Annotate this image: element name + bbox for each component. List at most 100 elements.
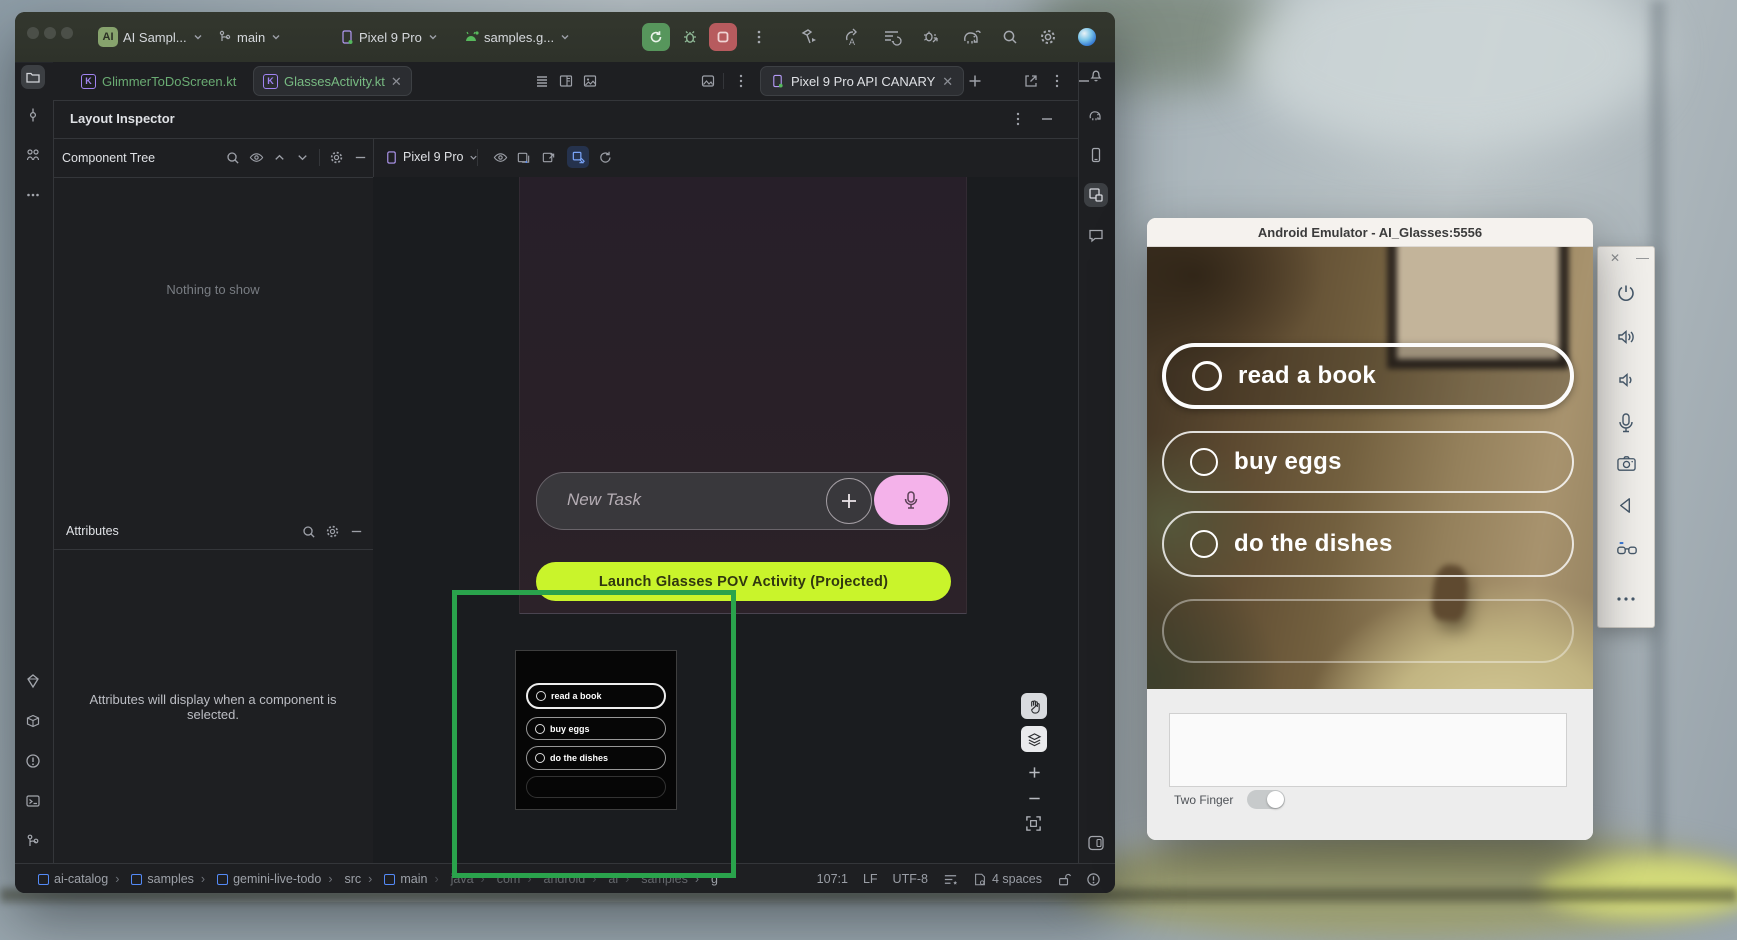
breadcrumb-item[interactable]: ai-catalog [38, 872, 108, 886]
live-updates-toggle[interactable] [567, 146, 589, 168]
sidebar-item-terminal[interactable] [25, 793, 41, 809]
tree-search-button[interactable] [225, 150, 240, 165]
close-tab-icon[interactable]: ✕ [391, 75, 402, 88]
view-mode-list-button[interactable] [534, 73, 550, 89]
indent-widget[interactable]: 4 spaces [973, 872, 1042, 887]
attributes-settings-button[interactable] [325, 524, 340, 539]
editor-options-menu[interactable] [734, 73, 748, 89]
tab-glimmertodoscreen[interactable]: K GlimmerToDoScreen.kt [81, 62, 236, 100]
tool-layout-inspector[interactable] [1088, 187, 1104, 203]
debug-button[interactable] [681, 28, 699, 46]
rerun-button[interactable] [642, 23, 670, 51]
gradle-sync-button[interactable] [961, 27, 983, 47]
emulator-more-button[interactable] [1616, 595, 1636, 603]
sidebar-item-plugins[interactable] [25, 673, 41, 689]
emulator-task[interactable]: buy eggs [1162, 431, 1574, 493]
tool-assistant[interactable] [1088, 227, 1104, 243]
sidebar-item-problems[interactable] [25, 753, 41, 769]
open-in-window-button[interactable] [1023, 73, 1039, 89]
emulator-panel-minimize-button[interactable]: — [1636, 250, 1649, 265]
line-separator[interactable]: LF [863, 872, 878, 886]
voice-input-button[interactable] [874, 475, 948, 525]
apply-changes-button[interactable]: A [841, 26, 863, 48]
inspector-device-selector[interactable]: Pixel 9 Pro [385, 145, 479, 169]
add-task-button[interactable] [826, 478, 872, 524]
sidebar-item-version-control[interactable] [25, 833, 41, 849]
close-device-tab-icon[interactable]: ✕ [942, 75, 953, 88]
glasses-camera-view[interactable]: read a book buy eggs do the dishes [1147, 247, 1593, 689]
attributes-search-button[interactable] [301, 524, 316, 539]
touch-input-area[interactable] [1169, 713, 1567, 787]
breadcrumb-item[interactable]: gemini-live-todo [194, 872, 321, 886]
tab-glassesactivity-active[interactable]: K GlassesActivity.kt ✕ [253, 66, 412, 96]
tree-view-options-button[interactable] [249, 150, 264, 165]
sidebar-item-commit[interactable] [25, 107, 41, 123]
tool-running-devices[interactable] [1087, 834, 1105, 852]
caret-position[interactable]: 107:1 [817, 872, 848, 886]
device-view-options-button[interactable] [493, 150, 508, 165]
layers-3d-button[interactable] [1021, 726, 1047, 752]
breadcrumb-item[interactable]: src [321, 872, 361, 886]
inspector-minimize-button[interactable] [1039, 111, 1055, 127]
emulator-power-button[interactable] [1616, 283, 1636, 303]
emulator-microphone-button[interactable] [1616, 412, 1636, 434]
add-device-button[interactable] [967, 73, 983, 89]
lock-open-icon[interactable] [1057, 872, 1071, 887]
sidebar-item-build[interactable] [25, 713, 41, 729]
emulator-panel-close-button[interactable]: ✕ [1610, 251, 1620, 265]
zoom-to-fit-button[interactable] [1025, 815, 1042, 832]
running-device-tab[interactable]: Pixel 9 Pro API CANARY ✕ [760, 66, 964, 96]
emulator-volume-down-button[interactable] [1616, 370, 1636, 390]
window-zoom-button[interactable] [61, 27, 73, 39]
stop-button[interactable] [709, 23, 737, 51]
view-mode-design-button[interactable] [582, 73, 598, 89]
hide-panel-button[interactable] [1076, 73, 1092, 89]
sidebar-item-project[interactable] [25, 69, 41, 85]
search-everywhere-button[interactable] [1001, 28, 1019, 46]
export-snapshot-button[interactable] [541, 150, 556, 165]
branch-selector[interactable]: main [218, 25, 282, 49]
zoom-in-button[interactable] [1027, 765, 1042, 780]
indent-settings-icon[interactable] [943, 872, 958, 887]
tool-device-manager[interactable] [1088, 147, 1104, 163]
refresh-button[interactable] [598, 150, 613, 165]
breadcrumb-item[interactable]: main [361, 872, 427, 886]
breadcrumb-item[interactable]: samples [108, 872, 194, 886]
view-mode-split-button[interactable] [558, 73, 574, 89]
two-finger-toggle[interactable] [1247, 790, 1285, 809]
emulator-back-button[interactable] [1616, 496, 1635, 515]
collapse-all-button[interactable] [295, 150, 310, 165]
sync-list-button[interactable] [881, 26, 903, 48]
emulator-volume-up-button[interactable] [1616, 327, 1636, 347]
component-tree-panel[interactable]: Nothing to show [53, 177, 373, 515]
tool-gradle[interactable] [1087, 107, 1105, 123]
tree-minimize-button[interactable] [353, 150, 368, 165]
inspector-options-menu[interactable] [1011, 111, 1025, 127]
expand-all-button[interactable] [272, 150, 287, 165]
window-minimize-button[interactable] [44, 27, 56, 39]
tree-settings-button[interactable] [329, 150, 344, 165]
sidebar-item-structure[interactable] [25, 147, 41, 163]
apply-changes-restart-button[interactable] [920, 26, 942, 48]
run-options-menu[interactable] [752, 29, 766, 45]
emulator-camera-button[interactable] [1616, 454, 1637, 473]
settings-button[interactable] [1039, 28, 1057, 46]
emulator-task-selected[interactable]: read a book [1162, 343, 1574, 409]
profile-avatar[interactable] [1078, 28, 1096, 46]
run-configuration-selector[interactable]: samples.g... [463, 25, 571, 49]
snapshot-button[interactable] [516, 150, 531, 165]
pan-mode-button[interactable] [1021, 693, 1047, 719]
devices-options-menu[interactable] [1050, 73, 1064, 89]
emulator-glasses-button[interactable] [1616, 540, 1638, 558]
sidebar-item-more[interactable] [25, 187, 41, 203]
device-selector[interactable]: Pixel 9 Pro [340, 25, 439, 49]
emulator-task[interactable]: do the dishes [1162, 511, 1574, 577]
device-screen-mirror[interactable]: New Task Launch Glasses POV Activity (Pr… [519, 177, 967, 614]
attributes-minimize-button[interactable] [349, 524, 364, 539]
project-selector[interactable]: AI AI Sampl... [98, 25, 204, 49]
error-indicator-icon[interactable] [1086, 872, 1101, 887]
profiler-run-button[interactable] [799, 26, 821, 48]
screenshot-button[interactable] [700, 73, 716, 89]
emulator-titlebar[interactable]: Android Emulator - AI_Glasses:5556 [1147, 218, 1593, 247]
file-encoding[interactable]: UTF-8 [893, 872, 928, 886]
